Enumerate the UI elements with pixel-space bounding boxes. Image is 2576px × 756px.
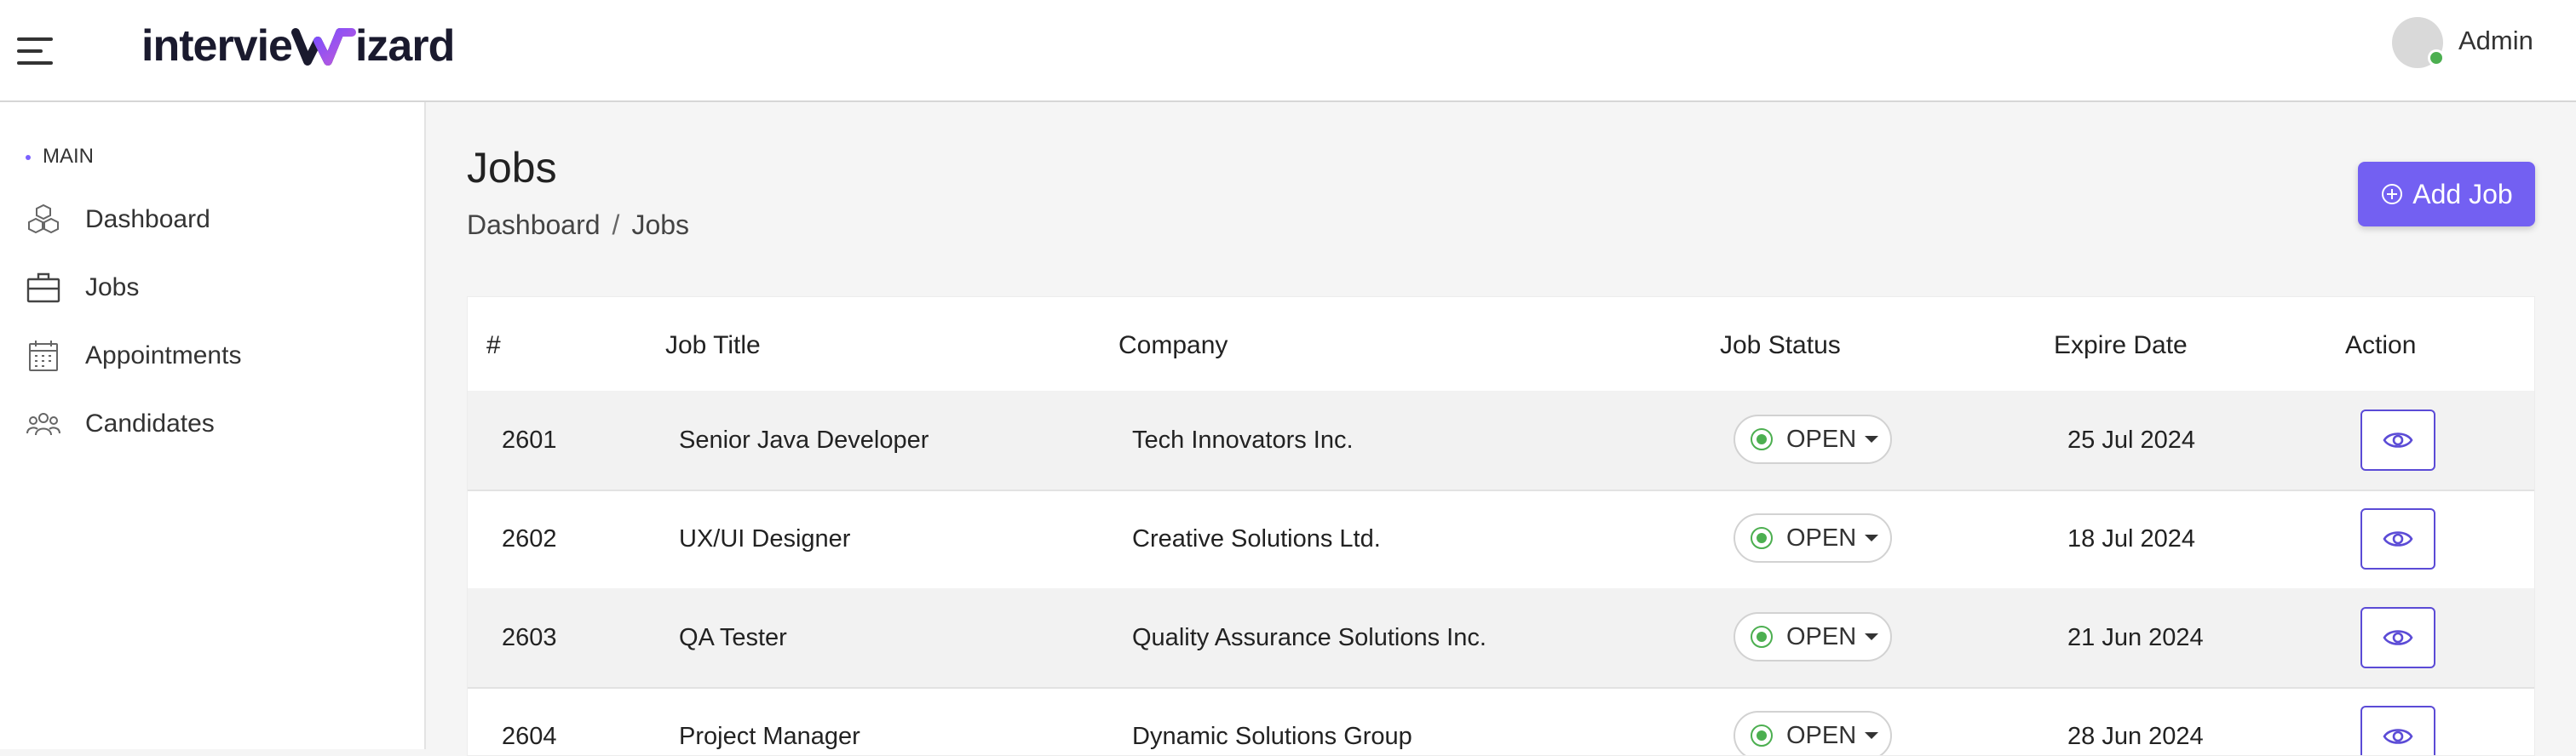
avatar[interactable] <box>2392 17 2445 68</box>
plus-circle-icon <box>2382 184 2403 204</box>
sidebar-item-jobs[interactable]: Jobs <box>26 262 400 313</box>
table-row: 2601 Senior Java Developer Tech Innovato… <box>468 391 2534 491</box>
caret-down-icon <box>1865 535 1879 541</box>
caret-down-icon <box>1865 436 1879 443</box>
view-job-button[interactable] <box>2360 706 2435 755</box>
breadcrumb-home[interactable]: Dashboard <box>467 209 601 240</box>
cell-id: 2601 <box>502 427 557 454</box>
cell-expire: 28 Jun 2024 <box>2067 723 2204 750</box>
status-label: OPEN <box>1786 622 1857 650</box>
users-icon <box>26 413 60 436</box>
eye-icon <box>2383 729 2413 744</box>
sidebar-item-appointments[interactable]: Appointments <box>26 330 400 381</box>
cell-company: Tech Innovators Inc. <box>1132 427 1354 454</box>
cell-title: QA Tester <box>679 624 787 651</box>
column-header-action: Action <box>2345 331 2417 359</box>
page-title: Jobs <box>467 144 557 192</box>
cell-title: UX/UI Designer <box>679 525 851 553</box>
status-label: OPEN <box>1786 524 1857 552</box>
job-status-dropdown[interactable]: OPEN <box>1734 415 1892 464</box>
logo-w-mark-icon <box>290 28 356 66</box>
cell-company: Creative Solutions Ltd. <box>1132 525 1381 553</box>
sidebar-item-label: Candidates <box>85 410 215 438</box>
cubes-icon <box>28 203 59 234</box>
cell-id: 2603 <box>502 624 557 651</box>
status-label: OPEN <box>1786 721 1857 749</box>
briefcase-icon <box>26 272 60 303</box>
view-job-button[interactable] <box>2360 508 2435 570</box>
sidebar-item-label: Jobs <box>85 273 140 301</box>
cell-company: Quality Assurance Solutions Inc. <box>1132 624 1486 651</box>
online-status-dot <box>2428 49 2445 66</box>
add-job-label: Add Job <box>2412 178 2513 209</box>
table-row: 2604 Project Manager Dynamic Solutions G… <box>468 687 2534 755</box>
column-header-title[interactable]: Job Title <box>665 331 761 360</box>
job-status-dropdown[interactable]: OPEN <box>1734 612 1892 662</box>
breadcrumb-current: Jobs <box>631 209 690 240</box>
table-header-row: # Job Title Company Job Status Expire Da… <box>468 297 2534 392</box>
caret-down-icon <box>1865 732 1879 739</box>
menu-toggle-icon[interactable] <box>17 37 53 65</box>
eye-icon <box>2383 630 2413 645</box>
cell-expire: 21 Jun 2024 <box>2067 624 2204 651</box>
table-row: 2602 UX/UI Designer Creative Solutions L… <box>468 490 2534 590</box>
sidebar-item-label: Appointments <box>85 341 242 369</box>
status-label: OPEN <box>1786 425 1857 453</box>
column-header-id[interactable]: # <box>486 331 501 360</box>
sidebar-section-text: MAIN <box>43 145 94 168</box>
cell-id: 2602 <box>502 525 557 553</box>
jobs-table: # Job Title Company Job Status Expire Da… <box>467 296 2535 756</box>
view-job-button[interactable] <box>2360 607 2435 668</box>
user-name[interactable]: Admin <box>2458 26 2533 56</box>
status-open-icon <box>1751 527 1773 549</box>
breadcrumb: Dashboard / Jobs <box>467 209 689 241</box>
job-status-dropdown[interactable]: OPEN <box>1734 711 1892 755</box>
column-header-status[interactable]: Job Status <box>1720 331 1841 360</box>
add-job-button[interactable]: Add Job <box>2358 162 2535 226</box>
breadcrumb-separator: / <box>612 209 620 240</box>
eye-icon <box>2383 531 2413 547</box>
app-logo[interactable]: intervie izard <box>141 20 455 72</box>
status-open-icon <box>1751 626 1773 648</box>
sidebar-item-candidates[interactable]: Candidates <box>26 398 400 450</box>
caret-down-icon <box>1865 633 1879 640</box>
calendar-icon <box>29 341 58 371</box>
cell-title: Project Manager <box>679 723 860 750</box>
cell-id: 2604 <box>502 723 557 750</box>
column-header-company[interactable]: Company <box>1118 331 1228 360</box>
view-job-button[interactable] <box>2360 410 2435 471</box>
sidebar-section-label: MAIN <box>26 145 94 169</box>
sidebar: MAIN Dashboard Jobs Appointments Candida… <box>0 102 426 749</box>
logo-text-left: intervie <box>141 21 293 71</box>
job-status-dropdown[interactable]: OPEN <box>1734 513 1892 563</box>
sidebar-item-dashboard[interactable]: Dashboard <box>26 194 400 245</box>
table-row: 2603 QA Tester Quality Assurance Solutio… <box>468 588 2534 689</box>
status-open-icon <box>1751 428 1773 450</box>
cell-company: Dynamic Solutions Group <box>1132 723 1412 750</box>
cell-expire: 18 Jul 2024 <box>2067 525 2195 553</box>
section-dot <box>26 154 31 160</box>
cell-expire: 25 Jul 2024 <box>2067 427 2195 454</box>
eye-icon <box>2383 432 2413 448</box>
top-bar: intervie izard Admin <box>0 0 2576 102</box>
sidebar-item-label: Dashboard <box>85 205 210 233</box>
column-header-expire[interactable]: Expire Date <box>2054 331 2188 360</box>
status-open-icon <box>1751 724 1773 747</box>
logo-text-right: izard <box>354 21 455 71</box>
cell-title: Senior Java Developer <box>679 427 929 454</box>
